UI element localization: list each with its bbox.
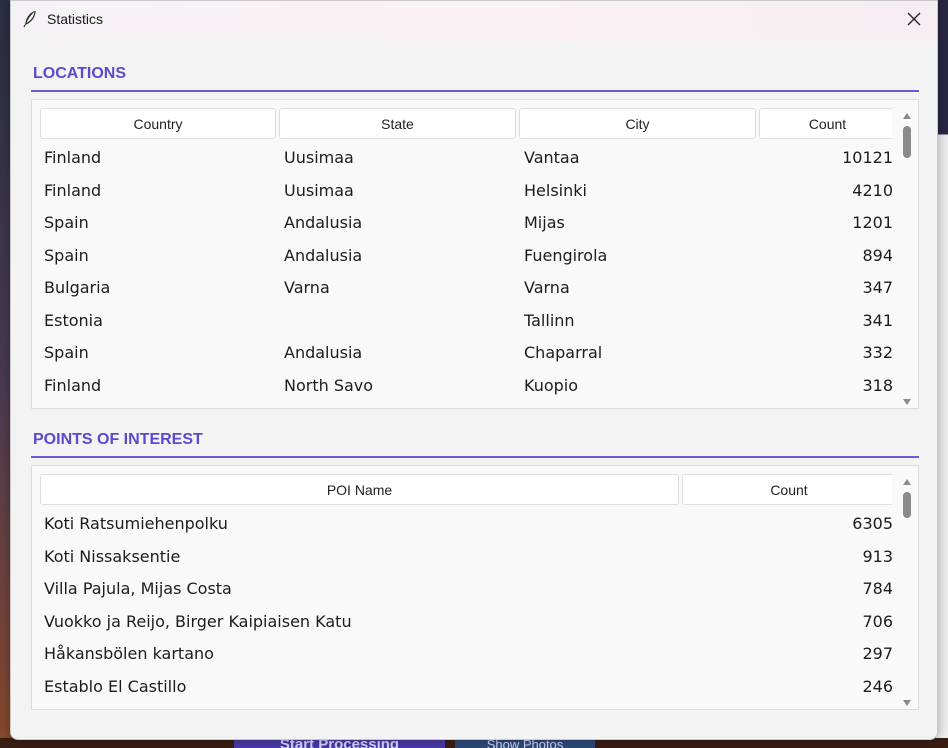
cell-state: Andalusia	[284, 213, 363, 232]
table-row[interactable]: Finland Uusimaa Helsinki 4210	[40, 175, 892, 208]
cell-country: Spain	[44, 213, 89, 232]
column-header-count[interactable]: Count	[759, 108, 892, 139]
close-icon	[907, 11, 921, 30]
poi-header-row: POI Name Count	[40, 474, 892, 506]
table-row[interactable]: Bulgaria Varna Varna 347	[40, 272, 892, 305]
triangle-down-icon[interactable]	[902, 693, 912, 706]
cell-city: Fuengirola	[524, 245, 608, 265]
locations-scroll-thumb[interactable]	[903, 126, 911, 158]
poi-table: POI Name Count Koti Ratsumiehenpolku 6305…	[31, 465, 919, 710]
cell-state: Uusimaa	[284, 180, 354, 200]
cell-poi-name: Koti Ratsumiehenpolku	[44, 514, 228, 533]
table-row[interactable]: Koti Nissaksentie 913	[40, 541, 892, 574]
cell-poi-count: 784	[862, 579, 892, 598]
cell-count: 332	[862, 343, 892, 362]
poi-scroll-thumb[interactable]	[903, 492, 911, 518]
cell-count: 894	[862, 245, 892, 265]
locations-scrollbar[interactable]	[898, 102, 916, 406]
cell-country: Finland	[44, 375, 102, 395]
cell-city: Tallinn	[524, 310, 575, 330]
cell-city: Mijas	[524, 213, 565, 232]
cell-poi-count: 706	[862, 611, 892, 631]
cell-city: Kuopio	[524, 375, 579, 395]
cell-count: 4210	[852, 180, 892, 200]
cell-country: Spain	[44, 343, 89, 362]
table-row[interactable]: Spain Andalusia Mijas 1201	[40, 207, 892, 240]
column-header-state[interactable]: State	[279, 108, 516, 139]
cell-poi-count: 913	[862, 546, 892, 566]
close-button[interactable]	[891, 1, 937, 39]
cell-poi-name: Koti Nissaksentie	[44, 546, 181, 566]
cell-state: Andalusia	[284, 245, 363, 265]
window-title: Statistics	[47, 11, 104, 27]
locations-heading: LOCATIONS	[33, 65, 127, 82]
cell-count: 347	[862, 278, 892, 297]
cell-country: Spain	[44, 245, 89, 265]
cell-poi-name: Villa Pajula, Mijas Costa	[44, 579, 232, 598]
cell-count: 1201	[852, 213, 892, 232]
title-bar[interactable]: Statistics	[11, 1, 937, 39]
poi-scrollbar[interactable]	[898, 468, 916, 707]
column-header-city[interactable]: City	[519, 108, 756, 139]
table-row[interactable]: Håkansbölen kartano 297	[40, 638, 892, 671]
cell-country: Bulgaria	[44, 278, 111, 297]
table-row[interactable]: Spain Andalusia Fuengirola 894	[40, 240, 892, 273]
cell-poi-name: Håkansbölen kartano	[44, 644, 214, 663]
cell-poi-name: Vuokko ja Reijo, Birger Kaipiaisen Katu	[44, 611, 352, 631]
table-row[interactable]: Estonia Tallinn 341	[40, 305, 892, 338]
triangle-down-icon[interactable]	[902, 392, 912, 405]
statistics-window: Statistics LOCATIONS Country State City …	[10, 0, 938, 740]
locations-divider	[31, 90, 919, 92]
cell-state: Varna	[284, 278, 330, 297]
table-row[interactable]: Koti Ratsumiehenpolku 6305	[40, 508, 892, 541]
locations-header-row: Country State City Count	[40, 108, 892, 140]
cell-state: North Savo	[284, 375, 374, 395]
poi-divider	[31, 456, 919, 458]
cell-count: 318	[862, 375, 892, 395]
cell-poi-name: Establo El Castillo	[44, 676, 187, 696]
feather-icon	[23, 10, 37, 28]
poi-heading: POINTS OF INTEREST	[33, 431, 203, 448]
cell-count: 10121	[842, 148, 892, 167]
cell-poi-count: 6305	[852, 514, 892, 533]
cell-poi-count: 297	[862, 644, 892, 663]
triangle-up-icon[interactable]	[902, 472, 912, 485]
cell-city: Chaparral	[524, 343, 603, 362]
table-row[interactable]: Villa Pajula, Mijas Costa 784	[40, 573, 892, 606]
table-row[interactable]: Vuokko ja Reijo, Birger Kaipiaisen Katu 7…	[40, 606, 892, 639]
table-row[interactable]: Finland North Savo Kuopio 318	[40, 370, 892, 403]
cell-country: Finland	[44, 148, 102, 167]
cell-count: 341	[862, 310, 892, 330]
cell-state: Uusimaa	[284, 148, 354, 167]
triangle-up-icon[interactable]	[902, 106, 912, 119]
table-row[interactable]: Spain Andalusia Chaparral 332	[40, 337, 892, 370]
table-row[interactable]: Establo El Castillo 246	[40, 671, 892, 704]
locations-table: Country State City Count Finland Uusimaa V…	[31, 99, 919, 409]
column-header-poi-name[interactable]: POI Name	[40, 474, 679, 505]
cell-state: Andalusia	[284, 343, 363, 362]
cell-poi-count: 246	[862, 676, 892, 696]
cell-city: Helsinki	[524, 180, 587, 200]
cell-city: Varna	[524, 278, 570, 297]
column-header-country[interactable]: Country	[40, 108, 276, 139]
column-header-poi-count[interactable]: Count	[682, 474, 892, 505]
cell-country: Finland	[44, 180, 102, 200]
cell-city: Vantaa	[524, 148, 580, 167]
cell-country: Estonia	[44, 310, 103, 330]
table-row[interactable]: Finland Uusimaa Vantaa 10121	[40, 142, 892, 175]
